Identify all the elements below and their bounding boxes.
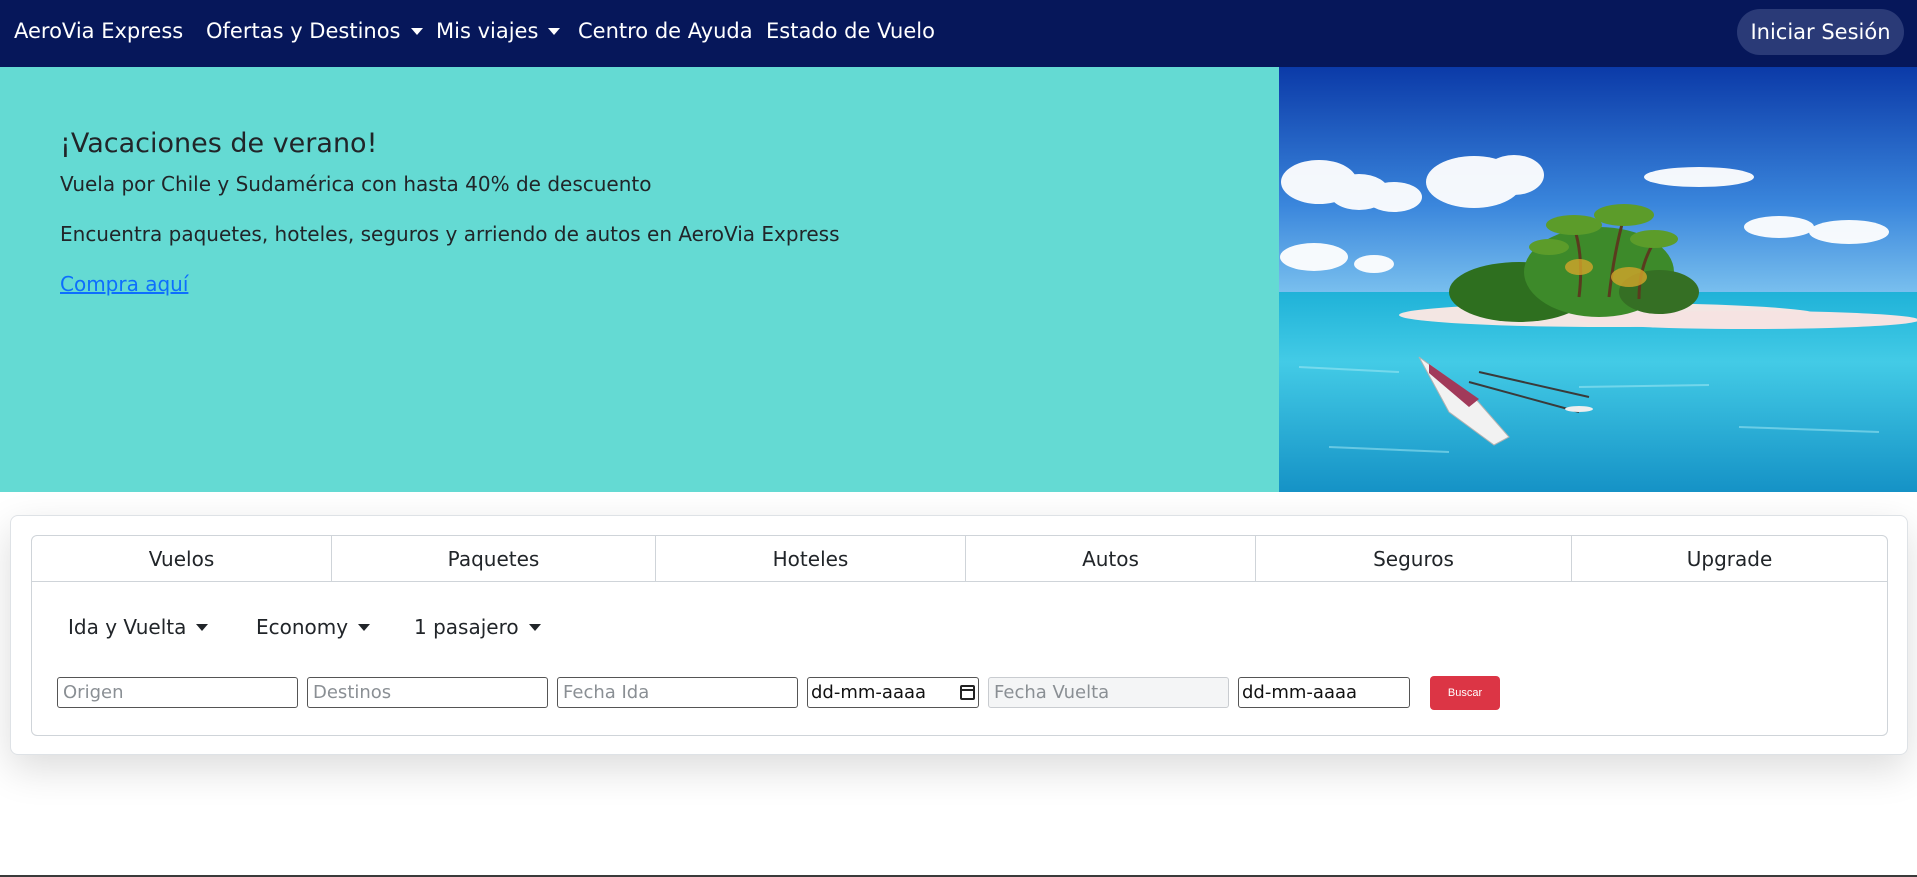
- hero-description: Encuentra paquetes, hoteles, seguros y a…: [60, 222, 840, 246]
- tab-autos[interactable]: Autos: [966, 536, 1256, 581]
- destination-input[interactable]: [307, 677, 548, 708]
- tab-seguros[interactable]: Seguros: [1256, 536, 1572, 581]
- top-navbar: AeroVia Express Ofertas y Destinos Mis v…: [0, 0, 1917, 67]
- nav-mis-viajes-dropdown[interactable]: Mis viajes: [436, 19, 561, 43]
- tab-upgrade[interactable]: Upgrade: [1572, 536, 1887, 581]
- login-button[interactable]: Iniciar Sesión: [1737, 9, 1904, 55]
- nav-estado-vuelo-link[interactable]: Estado de Vuelo: [766, 19, 935, 43]
- passengers-label: 1 pasajero: [414, 615, 519, 639]
- buy-here-link[interactable]: Compra aquí: [60, 272, 188, 296]
- return-date-text-input[interactable]: [988, 677, 1229, 708]
- depart-date-value: dd-mm-aaaa: [811, 682, 927, 703]
- caret-down-icon: [358, 623, 371, 631]
- depart-date-picker[interactable]: dd-mm-aaaa: [807, 677, 979, 708]
- nav-item-label: Estado de Vuelo: [766, 19, 935, 43]
- tab-hoteles[interactable]: Hoteles: [656, 536, 966, 581]
- caret-down-icon: [410, 27, 423, 35]
- search-button[interactable]: Buscar: [1430, 676, 1500, 710]
- return-date-value: dd-mm-aaaa: [1242, 682, 1358, 703]
- search-tabs: Vuelos Paquetes Hoteles Autos Seguros Up…: [31, 535, 1888, 582]
- hero-subtitle: Vuela por Chile y Sudamérica con hasta 4…: [60, 172, 652, 196]
- search-card: Vuelos Paquetes Hoteles Autos Seguros Up…: [10, 515, 1908, 755]
- nav-item-label: Ofertas y Destinos: [206, 19, 401, 43]
- caret-down-icon: [528, 623, 541, 631]
- tab-paquetes[interactable]: Paquetes: [332, 536, 656, 581]
- caret-down-icon: [548, 27, 561, 35]
- flight-search-panel: Ida y Vuelta Economy 1 pasajero dd-mm-aa…: [31, 581, 1888, 736]
- nav-item-label: Centro de Ayuda: [578, 19, 753, 43]
- calendar-icon[interactable]: [960, 685, 975, 700]
- trip-type-label: Ida y Vuelta: [68, 615, 187, 639]
- return-date-picker[interactable]: dd-mm-aaaa: [1238, 677, 1410, 708]
- passengers-dropdown[interactable]: 1 pasajero: [414, 615, 541, 639]
- brand-logo-text[interactable]: AeroVia Express: [14, 19, 183, 43]
- nav-ofertas-destinos-dropdown[interactable]: Ofertas y Destinos: [206, 19, 423, 43]
- depart-date-text-input[interactable]: [557, 677, 798, 708]
- tropical-island-image: [1279, 67, 1917, 492]
- trip-type-dropdown[interactable]: Ida y Vuelta: [68, 615, 209, 639]
- nav-item-label: Mis viajes: [436, 19, 539, 43]
- cabin-class-label: Economy: [256, 615, 349, 639]
- nav-centro-ayuda-link[interactable]: Centro de Ayuda: [578, 19, 753, 43]
- caret-down-icon: [196, 623, 209, 631]
- cabin-class-dropdown[interactable]: Economy: [256, 615, 371, 639]
- origin-input[interactable]: [57, 677, 298, 708]
- hero-title: ¡Vacaciones de verano!: [60, 128, 378, 159]
- tab-vuelos[interactable]: Vuelos: [32, 536, 332, 581]
- hero-banner: ¡Vacaciones de verano! Vuela por Chile y…: [0, 67, 1917, 492]
